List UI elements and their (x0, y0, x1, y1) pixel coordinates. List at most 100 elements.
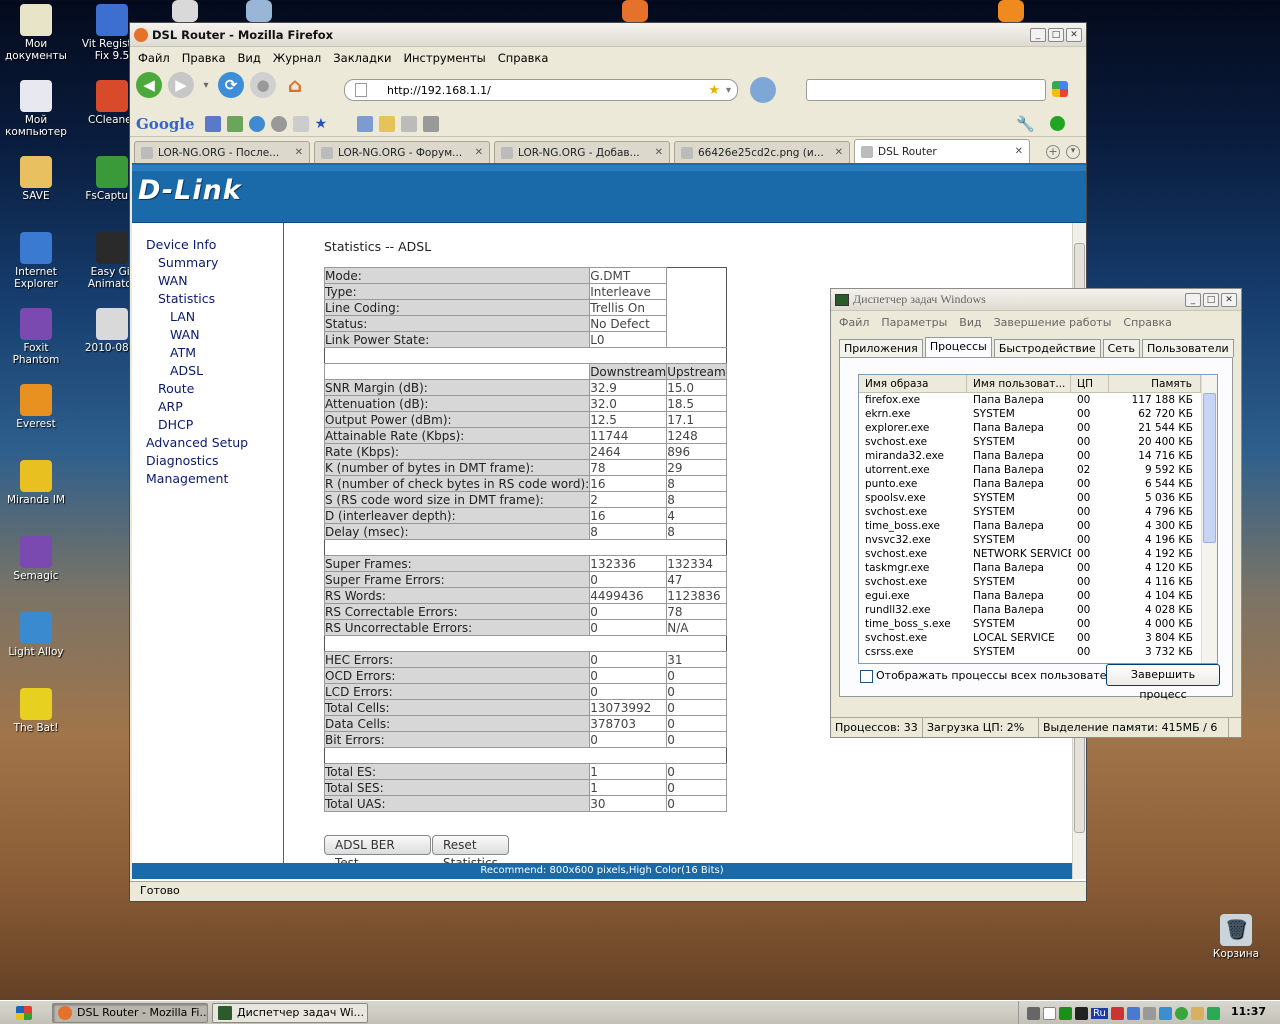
process-row[interactable]: csrss.exe SYSTEM 00 3 732 КБ (859, 645, 1217, 659)
router-nav-item[interactable]: Statistics (158, 291, 215, 306)
process-row[interactable]: firefox.exe Папа Валера 00 117 188 КБ (859, 393, 1217, 407)
home-button[interactable]: ⌂ (282, 72, 308, 98)
tm-tab[interactable]: Пользователи (1141, 339, 1234, 357)
browser-tab[interactable]: LOR-NG.ORG - Форум... ✕ (314, 141, 490, 163)
tm-tab[interactable]: Приложения (839, 339, 923, 357)
process-row[interactable]: spoolsv.exe SYSTEM 00 5 036 КБ (859, 491, 1217, 505)
tray-icon[interactable] (1190, 1006, 1204, 1020)
process-row[interactable]: nvsvc32.exe SYSTEM 00 4 196 КБ (859, 533, 1217, 547)
desktop-icon[interactable]: Everest (0, 384, 72, 430)
router-nav-item[interactable]: ADSL (170, 363, 203, 378)
forward-button[interactable]: ▶ (168, 72, 194, 98)
process-row[interactable]: svchost.exe NETWORK SERVICE 00 4 192 КБ (859, 547, 1217, 561)
column-header[interactable]: Имя образа (859, 375, 967, 392)
menu-item[interactable]: Вид (238, 51, 261, 65)
process-row[interactable]: time_boss_s.exe SYSTEM 00 4 000 КБ (859, 617, 1217, 631)
recycle-like-icon[interactable] (246, 0, 272, 22)
wrench-icon[interactable]: 🔧 (1016, 115, 1035, 133)
router-nav-item[interactable]: Summary (158, 255, 218, 270)
reload-button[interactable]: ⟳ (218, 72, 244, 98)
tm-menu-item[interactable]: Файл (839, 316, 869, 329)
tray-icon[interactable] (1043, 1006, 1056, 1020)
task-manager-titlebar[interactable]: Диспетчер задач Windows _ □ ✕ (831, 289, 1241, 311)
router-nav-item[interactable]: WAN (170, 327, 200, 342)
tm-menu-item[interactable]: Справка (1123, 316, 1171, 329)
desktop-icon[interactable]: Мой компьютер (0, 80, 72, 138)
menu-item[interactable]: Справка (498, 51, 549, 65)
search-input[interactable] (806, 79, 1046, 101)
tray-icon[interactable] (1059, 1006, 1072, 1020)
start-button[interactable] (0, 1002, 48, 1024)
tray-icon[interactable] (1126, 1006, 1140, 1020)
new-tab-button[interactable]: + (1046, 145, 1060, 159)
url-bar[interactable]: http://192.168.1.1/ ★ ▾ (344, 79, 738, 101)
tm-tab[interactable]: Сеть (1102, 339, 1140, 357)
tray-icon[interactable] (1174, 1006, 1188, 1020)
desktop-icon[interactable]: Semagic (0, 536, 72, 582)
process-row[interactable]: miranda32.exe Папа Валера 00 14 716 КБ (859, 449, 1217, 463)
process-row[interactable]: explorer.exe Папа Валера 00 21 544 КБ (859, 421, 1217, 435)
desktop-icon[interactable]: The Bat! (0, 688, 72, 734)
process-row[interactable]: svchost.exe SYSTEM 00 4 116 КБ (859, 575, 1217, 589)
tray-icon[interactable] (1206, 1006, 1220, 1020)
recycle-bin[interactable]: 🗑 Корзина (1200, 914, 1272, 960)
menu-item[interactable]: Закладки (333, 51, 391, 65)
tm-menu-item[interactable]: Параметры (881, 316, 947, 329)
end-process-button[interactable]: Завершить процесс (1106, 664, 1220, 701)
column-header[interactable]: Имя пользоват... (967, 375, 1071, 392)
tray-icon[interactable] (1075, 1006, 1088, 1020)
column-header[interactable]: Память (1109, 375, 1201, 392)
tab-close-icon[interactable]: ✕ (295, 147, 303, 158)
tm-maximize-button[interactable]: □ (1203, 292, 1219, 307)
hand-pointer-icon[interactable] (750, 77, 776, 103)
process-row[interactable]: utorrent.exe Папа Валера 02 9 592 КБ (859, 463, 1217, 477)
tab-close-icon[interactable]: ✕ (655, 147, 663, 158)
tab-list-button[interactable]: ▾ (1066, 145, 1080, 159)
desktop-icon[interactable]: Мои документы (0, 4, 72, 62)
status-green-icon[interactable] (1050, 116, 1065, 131)
process-row[interactable]: punto.exe Папа Валера 00 6 544 КБ (859, 477, 1217, 491)
taskbar-task-manager[interactable]: Диспетчер задач Wi... (212, 1002, 368, 1023)
process-row[interactable]: rundll32.exe Папа Валера 00 4 028 КБ (859, 603, 1217, 617)
tab-close-icon[interactable]: ✕ (835, 147, 843, 158)
tm-tab[interactable]: Процессы (924, 337, 992, 357)
google-search-icon[interactable] (1052, 81, 1068, 97)
browser-tab[interactable]: LOR-NG.ORG - Добав... ✕ (494, 141, 670, 163)
router-nav-item[interactable]: Route (158, 381, 194, 396)
tm-close-button[interactable]: ✕ (1221, 292, 1237, 307)
tm-minimize-button[interactable]: _ (1185, 292, 1201, 307)
adsl-ber-test-button[interactable]: ADSL BER Test (324, 835, 432, 870)
desktop-icon[interactable]: Internet Explorer (0, 232, 72, 290)
router-nav-item[interactable]: ATM (170, 345, 196, 360)
half-life-icon[interactable] (998, 0, 1024, 22)
tab-close-icon[interactable]: ✕ (1015, 146, 1023, 157)
tab-close-icon[interactable]: ✕ (475, 147, 483, 158)
menu-item[interactable]: Инструменты (403, 51, 485, 65)
menu-item[interactable]: Файл (138, 51, 170, 65)
language-indicator[interactable]: Ru (1091, 1007, 1108, 1019)
browser-tab[interactable]: LOR-NG.ORG - После... ✕ (134, 141, 310, 163)
tray-icon[interactable] (1142, 1006, 1156, 1020)
task-manager-window[interactable]: Диспетчер задач Windows _ □ ✕ Файл Параме… (830, 288, 1242, 738)
router-nav-item[interactable]: LAN (170, 309, 195, 324)
router-nav-item[interactable]: Advanced Setup (146, 435, 248, 450)
router-nav-item[interactable]: Device Info (146, 237, 216, 252)
close-button[interactable]: ✕ (1066, 27, 1082, 42)
process-row[interactable]: svchost.exe SYSTEM 00 20 400 КБ (859, 435, 1217, 449)
process-row[interactable]: taskmgr.exe Папа Валера 00 4 120 КБ (859, 561, 1217, 575)
back-button[interactable]: ◀ (136, 72, 162, 98)
show-all-processes-checkbox[interactable] (860, 670, 873, 683)
router-nav-item[interactable]: WAN (158, 273, 188, 288)
process-row[interactable]: time_boss.exe Папа Валера 00 4 300 КБ (859, 519, 1217, 533)
history-dropdown-icon[interactable]: ▾ (200, 72, 212, 98)
toolbar-icons[interactable]: ★ (204, 115, 439, 132)
column-header[interactable]: ЦП (1071, 375, 1109, 392)
process-row[interactable]: ekrn.exe SYSTEM 00 62 720 КБ (859, 407, 1217, 421)
router-nav-item[interactable]: ARP (158, 399, 183, 414)
tm-tab[interactable]: Быстродействие (993, 339, 1101, 357)
router-nav-item[interactable]: DHCP (158, 417, 193, 432)
desktop-icon[interactable]: SAVE (0, 156, 72, 202)
reset-statistics-button[interactable]: Reset Statistics (432, 835, 509, 870)
tray-icon[interactable] (1027, 1006, 1040, 1020)
process-list-scrollbar[interactable] (1201, 375, 1217, 663)
